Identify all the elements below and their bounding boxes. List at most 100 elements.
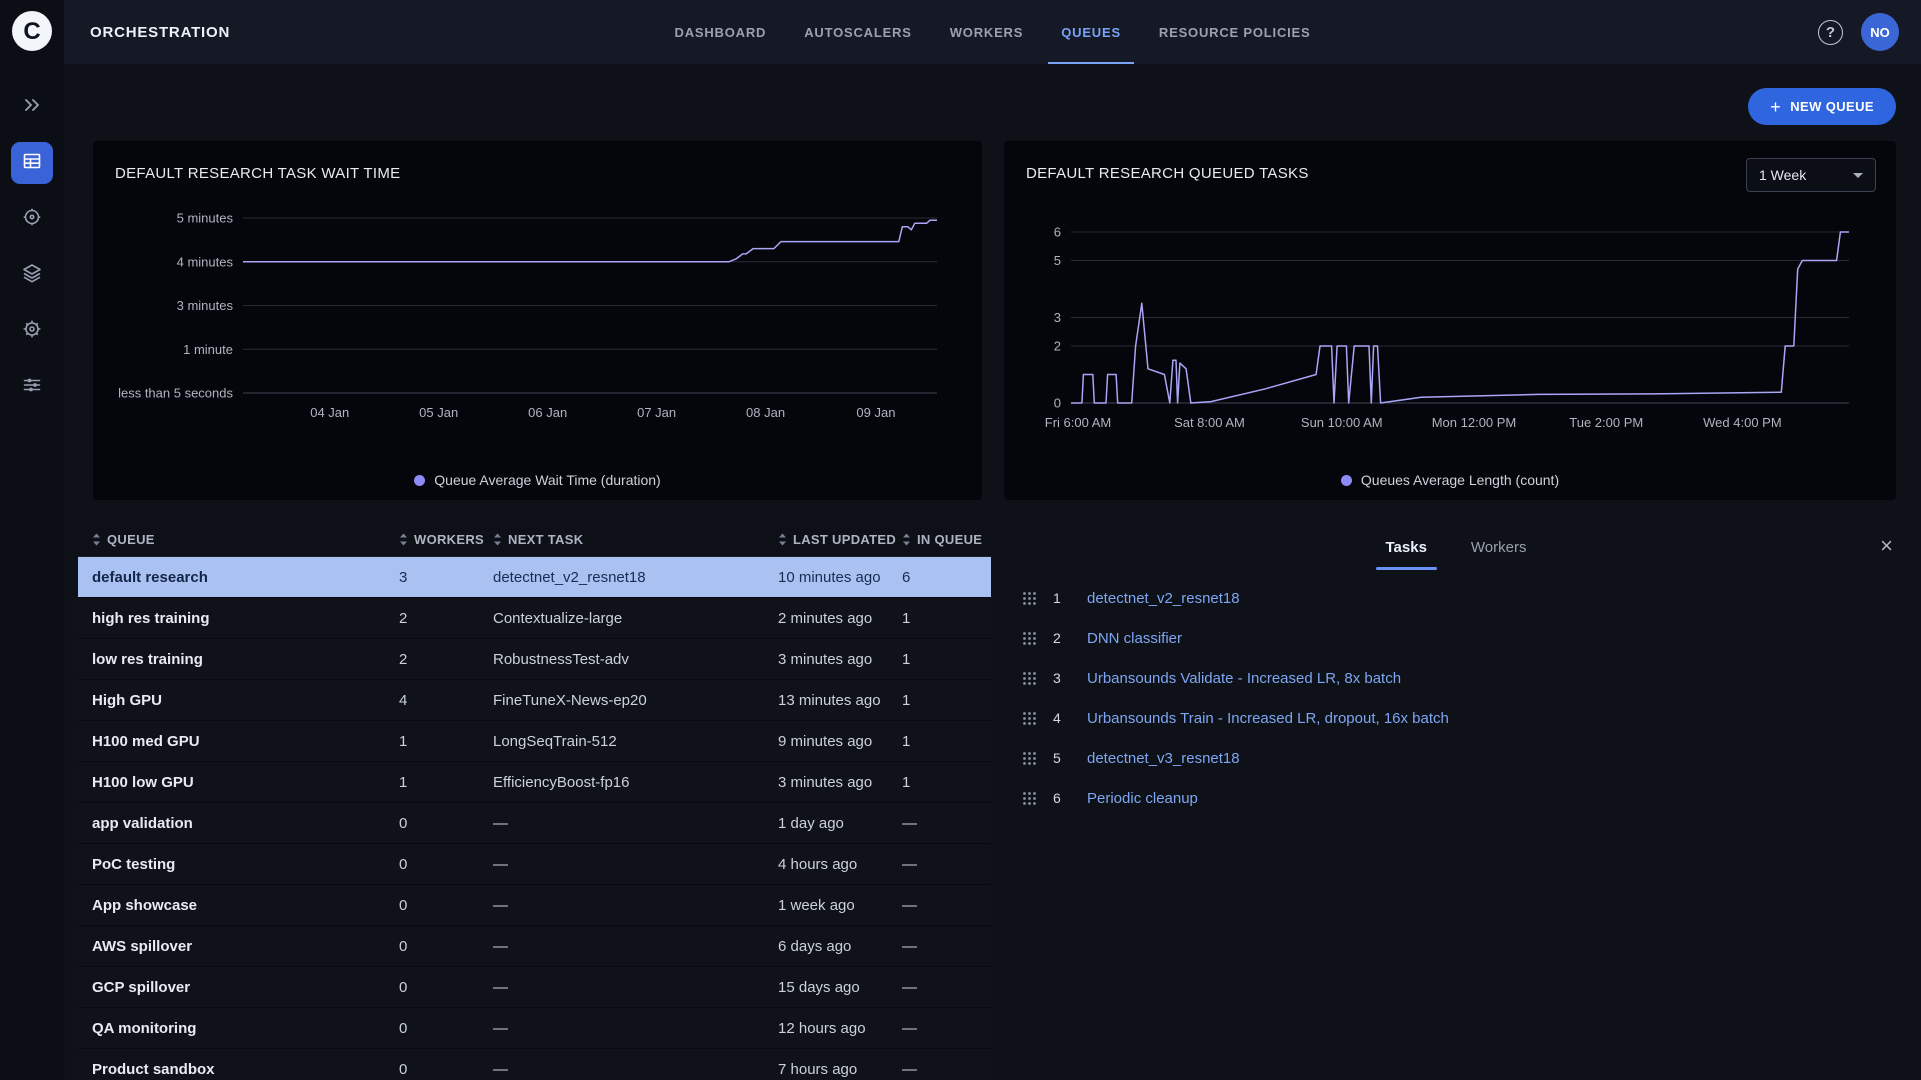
table-row[interactable]: AWS spillover0—6 days ago—: [78, 926, 991, 967]
table-row[interactable]: PoC testing0—4 hours ago—: [78, 844, 991, 885]
column-header-in-queue[interactable]: IN QUEUE: [902, 532, 991, 547]
workers-cell: 0: [399, 938, 493, 955]
nav-tab-workers[interactable]: WORKERS: [931, 0, 1043, 64]
table-row[interactable]: high res training2Contextualize-large2 m…: [78, 598, 991, 639]
table-header: QUEUE WORKERS NEXT TASK LAST UPDATEDIN QUEU…: [78, 523, 991, 557]
sidebar-nav: [11, 86, 53, 408]
next-cell: —: [493, 1061, 778, 1078]
next-cell: —: [493, 938, 778, 955]
column-header-next-task[interactable]: NEXT TASK: [493, 532, 778, 547]
workers-cell: 0: [399, 897, 493, 914]
task-index: 1: [1053, 590, 1087, 606]
svg-text:1 minute: 1 minute: [183, 342, 233, 357]
table-row[interactable]: default research3detectnet_v2_resnet1810…: [78, 557, 991, 598]
updated-cell: 3 minutes ago: [778, 651, 902, 668]
wait-time-chart-card: DEFAULT RESEARCH TASK WAIT TIME less tha…: [93, 141, 982, 500]
panel-tab-tasks[interactable]: Tasks: [1364, 529, 1449, 570]
task-link[interactable]: Urbansounds Train - Increased LR, dropou…: [1087, 710, 1449, 727]
nav-tab-queues[interactable]: QUEUES: [1042, 0, 1140, 64]
avatar[interactable]: NO: [1861, 13, 1899, 51]
sidebar-item-layers[interactable]: [11, 254, 53, 296]
drag-handle-icon[interactable]: [1022, 631, 1037, 646]
svg-text:3 minutes: 3 minutes: [177, 298, 234, 313]
drag-handle-icon[interactable]: [1022, 791, 1037, 806]
table-row[interactable]: GCP spillover0—15 days ago—: [78, 967, 991, 1008]
task-row: 4Urbansounds Train - Increased LR, dropo…: [991, 698, 1921, 738]
column-header-last-updated[interactable]: LAST UPDATED: [778, 532, 902, 547]
updated-cell: 10 minutes ago: [778, 569, 902, 586]
sort-icon[interactable]: [902, 533, 911, 546]
task-link[interactable]: DNN classifier: [1087, 630, 1182, 647]
column-header-queue[interactable]: QUEUE: [78, 532, 399, 547]
task-link[interactable]: detectnet_v2_resnet18: [1087, 590, 1240, 607]
updated-cell: 6 days ago: [778, 938, 902, 955]
sidebar-item-queues[interactable]: [11, 142, 53, 184]
page-title: ORCHESTRATION: [90, 24, 230, 41]
queue-cell: high res training: [78, 610, 399, 627]
next-cell: Contextualize-large: [493, 610, 778, 627]
svg-text:Tue 2:00 PM: Tue 2:00 PM: [1569, 415, 1643, 430]
svg-text:04 Jan: 04 Jan: [310, 405, 349, 420]
drag-handle-icon[interactable]: [1022, 751, 1037, 766]
chart-legend: Queues Average Length (count): [1004, 472, 1896, 488]
column-label: NEXT TASK: [508, 532, 583, 547]
task-link[interactable]: Periodic cleanup: [1087, 790, 1198, 807]
nav-tab-resource-policies[interactable]: RESOURCE POLICIES: [1140, 0, 1330, 64]
table-row[interactable]: low res training2RobustnessTest-adv3 min…: [78, 639, 991, 680]
sort-icon[interactable]: [399, 533, 408, 546]
new-queue-label: NEW QUEUE: [1790, 99, 1874, 114]
updated-cell: 1 week ago: [778, 897, 902, 914]
panel-tab-workers[interactable]: Workers: [1449, 529, 1549, 570]
next-cell: EfficiencyBoost-fp16: [493, 774, 778, 791]
sort-icon[interactable]: [778, 533, 787, 546]
queue-cell: default research: [78, 569, 399, 586]
task-index: 6: [1053, 790, 1087, 806]
inqueue-cell: 1: [902, 733, 991, 750]
inqueue-cell: —: [902, 815, 991, 832]
column-label: WORKERS: [414, 532, 484, 547]
task-link[interactable]: Urbansounds Validate - Increased LR, 8x …: [1087, 670, 1401, 687]
table-row[interactable]: app validation0—1 day ago—: [78, 803, 991, 844]
task-link[interactable]: detectnet_v3_resnet18: [1087, 750, 1240, 767]
layers-icon: [21, 262, 43, 289]
next-cell: —: [493, 897, 778, 914]
next-cell: —: [493, 979, 778, 996]
drag-handle-icon[interactable]: [1022, 711, 1037, 726]
nav-tab-autoscalers[interactable]: AUTOSCALERS: [785, 0, 931, 64]
workers-cell: 2: [399, 610, 493, 627]
table-row[interactable]: QA monitoring0—12 hours ago—: [78, 1008, 991, 1049]
updated-cell: 12 hours ago: [778, 1020, 902, 1037]
workers-cell: 1: [399, 774, 493, 791]
table-row[interactable]: H100 med GPU1LongSeqTrain-5129 minutes a…: [78, 721, 991, 762]
updated-cell: 9 minutes ago: [778, 733, 902, 750]
next-cell: RobustnessTest-adv: [493, 651, 778, 668]
app-root: C ORCHESTRATION DASHBOARDAUTOSCALERSWORK…: [0, 0, 1921, 1080]
queue-cell: AWS spillover: [78, 938, 399, 955]
clearml-logo[interactable]: C: [11, 10, 53, 52]
queue-cell: app validation: [78, 815, 399, 832]
sidebar-item-helm[interactable]: [11, 310, 53, 352]
close-icon[interactable]: ×: [1880, 535, 1893, 557]
time-range-dropdown[interactable]: 1 Week: [1746, 158, 1876, 192]
table-row[interactable]: App showcase0—1 week ago—: [78, 885, 991, 926]
task-index: 3: [1053, 670, 1087, 686]
table-row[interactable]: Product sandbox0—7 hours ago—: [78, 1049, 991, 1080]
next-cell: —: [493, 815, 778, 832]
table-row[interactable]: High GPU4FineTuneX-News-ep2013 minutes a…: [78, 680, 991, 721]
sort-icon[interactable]: [92, 533, 101, 546]
drag-handle-icon[interactable]: [1022, 591, 1037, 606]
new-queue-button[interactable]: + NEW QUEUE: [1748, 88, 1896, 125]
table-row[interactable]: H100 low GPU1EfficiencyBoost-fp163 minut…: [78, 762, 991, 803]
updated-cell: 4 hours ago: [778, 856, 902, 873]
sidebar-item-pipelines[interactable]: [11, 366, 53, 408]
queue-cell: App showcase: [78, 897, 399, 914]
updated-cell: 13 minutes ago: [778, 692, 902, 709]
sidebar-item-workers[interactable]: [11, 198, 53, 240]
help-icon[interactable]: ?: [1818, 20, 1843, 45]
column-header-workers[interactable]: WORKERS: [399, 532, 493, 547]
sidebar-item-expand-sidebar[interactable]: [11, 86, 53, 128]
svg-text:0: 0: [1054, 396, 1061, 411]
sort-icon[interactable]: [493, 533, 502, 546]
drag-handle-icon[interactable]: [1022, 671, 1037, 686]
nav-tab-dashboard[interactable]: DASHBOARD: [656, 0, 786, 64]
